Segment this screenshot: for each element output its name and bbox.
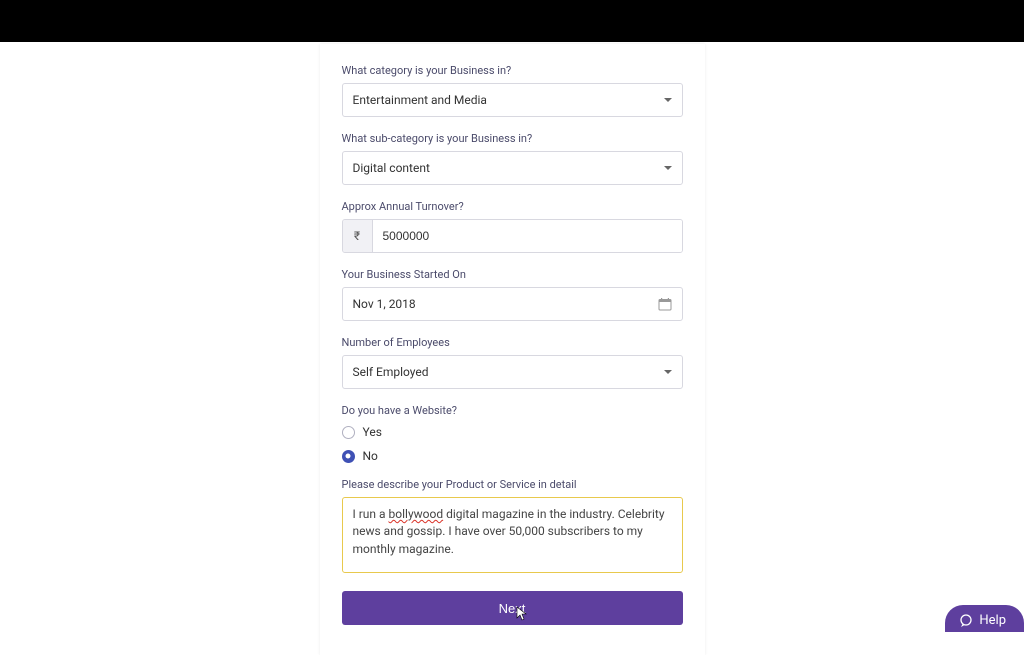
radio-yes-label: Yes — [363, 425, 382, 439]
radio-icon-checked — [342, 450, 355, 463]
subcategory-value: Digital content — [353, 161, 664, 175]
subcategory-select[interactable]: Digital content — [342, 151, 683, 185]
started-group: Your Business Started On Nov 1, 2018 — [342, 268, 683, 321]
subcategory-label: What sub-category is your Business in? — [342, 132, 683, 145]
website-label: Do you have a Website? — [342, 404, 683, 417]
description-label: Please describe your Product or Service … — [342, 478, 683, 491]
started-value: Nov 1, 2018 — [353, 297, 658, 311]
started-label: Your Business Started On — [342, 268, 683, 281]
radio-option-yes[interactable]: Yes — [342, 425, 683, 439]
subcategory-group: What sub-category is your Business in? D… — [342, 132, 683, 185]
rupee-icon: ₹ — [343, 220, 373, 252]
help-button[interactable]: Help — [945, 605, 1024, 632]
calendar-icon — [658, 297, 672, 311]
category-label: What category is your Business in? — [342, 64, 683, 77]
turnover-input-group: ₹ — [342, 219, 683, 253]
category-value: Entertainment and Media — [353, 93, 664, 107]
employees-value: Self Employed — [353, 365, 664, 379]
website-radio-group: Yes No — [342, 425, 683, 463]
business-form: What category is your Business in? Enter… — [320, 44, 705, 655]
chevron-down-icon — [664, 166, 672, 170]
radio-icon — [342, 426, 355, 439]
chevron-down-icon — [664, 370, 672, 374]
top-bar — [0, 0, 1024, 42]
turnover-label: Approx Annual Turnover? — [342, 200, 683, 213]
chat-icon — [959, 614, 973, 628]
employees-group: Number of Employees Self Employed — [342, 336, 683, 389]
description-text: I run a bollywood digital magazine in th… — [353, 506, 672, 558]
employees-label: Number of Employees — [342, 336, 683, 349]
description-textarea[interactable]: I run a bollywood digital magazine in th… — [342, 497, 683, 573]
turnover-group: Approx Annual Turnover? ₹ — [342, 200, 683, 253]
started-date-input[interactable]: Nov 1, 2018 — [342, 287, 683, 321]
website-group: Do you have a Website? Yes No — [342, 404, 683, 463]
category-select[interactable]: Entertainment and Media — [342, 83, 683, 117]
turnover-input[interactable] — [373, 220, 682, 252]
chevron-down-icon — [664, 98, 672, 102]
category-group: What category is your Business in? Enter… — [342, 64, 683, 117]
employees-select[interactable]: Self Employed — [342, 355, 683, 389]
description-group: Please describe your Product or Service … — [342, 478, 683, 573]
radio-no-label: No — [363, 449, 378, 463]
next-button[interactable]: Next — [342, 591, 683, 625]
help-label: Help — [979, 613, 1006, 628]
radio-option-no[interactable]: No — [342, 449, 683, 463]
